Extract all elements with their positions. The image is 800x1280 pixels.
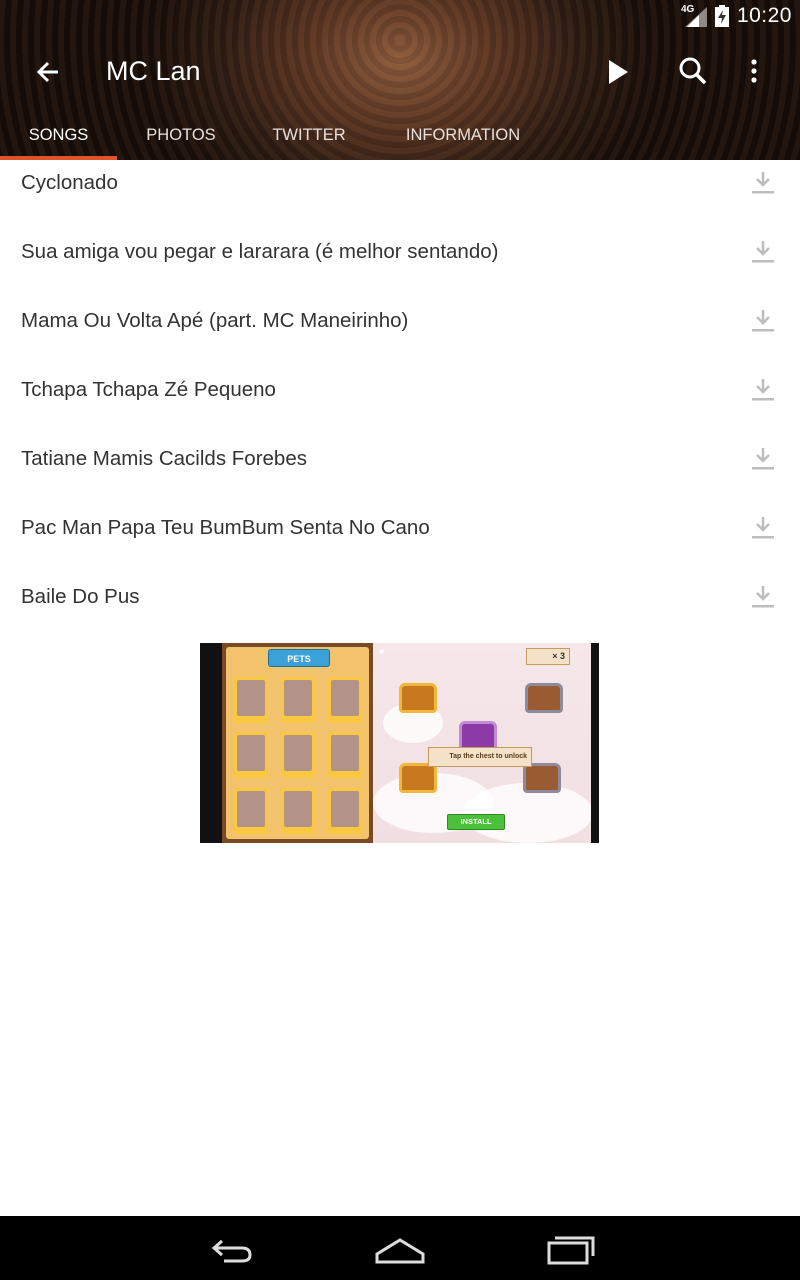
chest-icon [399,763,437,793]
ad-card [281,677,315,723]
ad-card [234,732,268,778]
ad-pets-label: PETS [268,649,330,667]
song-title: Cyclonado [21,171,118,194]
ad-install-button[interactable]: INSTALL [447,814,505,830]
clock: 10:20 [736,4,792,27]
ad-card [328,677,362,723]
ad-card [234,677,268,723]
ad-pets-panel: PETS [222,643,373,843]
song-title: Pac Man Papa Teu BumBum Senta No Cano [21,516,430,539]
song-row[interactable]: Baile Do Pus [0,574,800,643]
chest-icon [523,763,561,793]
song-row[interactable]: Tchapa Tchapa Zé Pequeno [0,367,800,436]
tab-songs[interactable]: SONGS [0,110,117,160]
battery-icon [714,5,729,27]
download-icon[interactable] [750,377,776,403]
page-title: MC Lan [106,56,201,86]
toolbar: MC Lan [0,34,800,110]
back-arrow-icon[interactable] [28,52,68,92]
ad-banner[interactable]: PETS ▣ × 3 Tap the chest to unlock INSTA… [200,643,599,843]
song-row[interactable]: Mama Ou Volta Apé (part. MC Maneirinho) [0,298,800,367]
recents-nav-icon[interactable] [543,1228,599,1268]
chest-icon [399,683,437,713]
download-icon[interactable] [750,584,776,610]
home-nav-icon[interactable] [372,1228,428,1268]
ad-keys-counter: × 3 [526,648,570,665]
system-nav-bar [0,1216,800,1280]
app-header: 4G 10:20 MC Lan SONGS PHOTOS TWITTER INF… [0,0,800,160]
ad-card [328,732,362,778]
chest-icon [525,683,563,713]
tab-twitter[interactable]: TWITTER [245,110,373,160]
back-nav-icon[interactable] [202,1228,258,1268]
play-icon[interactable] [598,52,638,92]
ad-card [281,732,315,778]
tab-information[interactable]: INFORMATION [373,110,553,160]
song-row[interactable]: Pac Man Papa Teu BumBum Senta No Cano [0,505,800,574]
song-title: Baile Do Pus [21,585,140,608]
ad-card [234,788,268,834]
song-title: Tchapa Tchapa Zé Pequeno [21,378,276,401]
song-row[interactable]: Tatiane Mamis Cacilds Forebes [0,436,800,505]
ad-brand-logo: ▣ [379,649,385,655]
song-row[interactable]: Cyclonado [0,160,800,229]
more-vert-icon[interactable] [734,52,774,92]
song-list: Cyclonado Sua amiga vou pegar e lararara… [0,160,800,643]
song-title: Tatiane Mamis Cacilds Forebes [21,447,307,470]
ad-card [328,788,362,834]
ad-chest-panel: ▣ × 3 Tap the chest to unlock INSTALL [373,643,593,843]
signal-icon: 4G [681,4,707,27]
download-icon[interactable] [750,239,776,265]
status-bar: 4G 10:20 [0,0,800,34]
tab-photos[interactable]: PHOTOS [117,110,245,160]
song-row[interactable]: Sua amiga vou pegar e lararara (é melhor… [0,229,800,298]
download-icon[interactable] [750,308,776,334]
ad-card [281,788,315,834]
search-icon[interactable] [673,52,713,92]
song-title: Sua amiga vou pegar e lararara (é melhor… [21,240,499,263]
download-icon[interactable] [750,515,776,541]
download-icon[interactable] [750,446,776,472]
ad-tap-hint: Tap the chest to unlock [428,747,532,767]
tab-bar: SONGS PHOTOS TWITTER INFORMATION [0,110,800,160]
song-title: Mama Ou Volta Apé (part. MC Maneirinho) [21,309,409,332]
download-icon[interactable] [750,170,776,196]
